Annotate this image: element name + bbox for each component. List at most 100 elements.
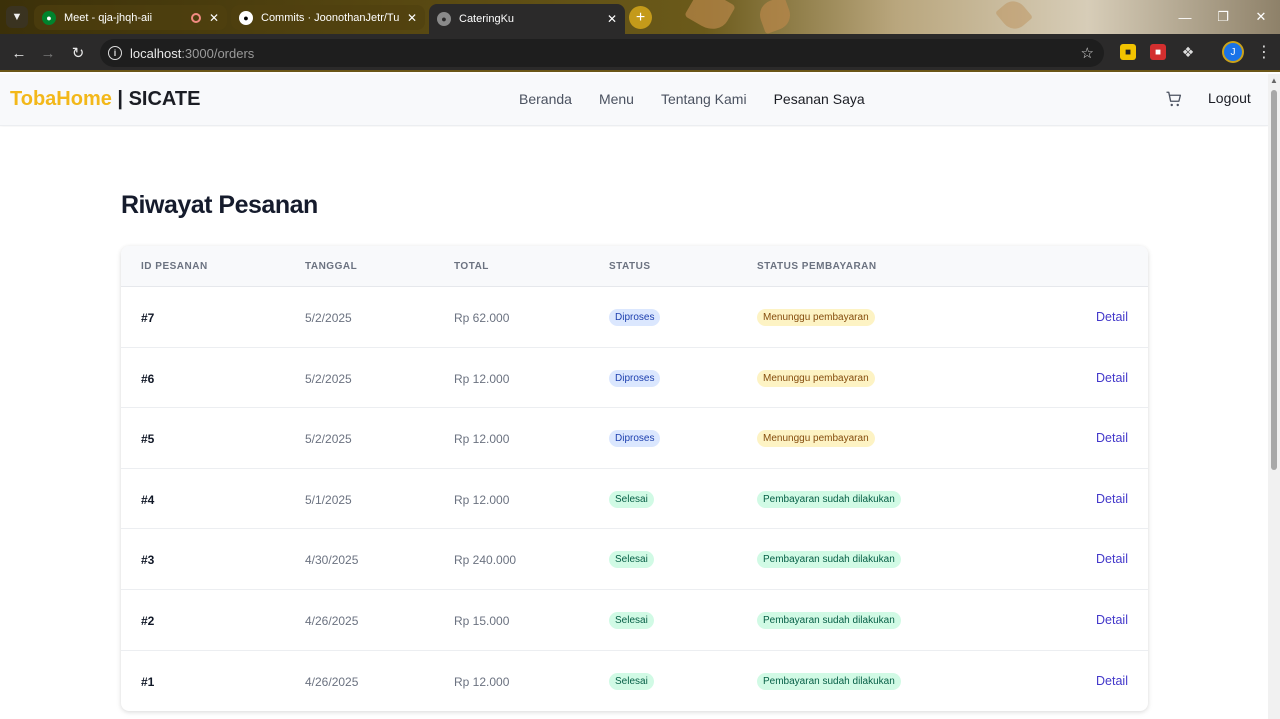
table-row: #3 4/30/2025 Rp 240.000 Selesai Pembayar…	[121, 529, 1148, 590]
tab-search-dropdown-button[interactable]: ▼	[6, 6, 28, 28]
detail-link[interactable]: Detail	[1096, 552, 1128, 566]
order-id: #2	[141, 613, 155, 628]
order-date: 4/26/2025	[305, 613, 359, 628]
browser-toolbar: ← → ↻ i localhost:3000/orders ☆ ■ ■ ❖ J …	[0, 34, 1280, 72]
close-window-button[interactable]: ✕	[1242, 0, 1280, 34]
brand-logo[interactable]: TobaHome | SICATE	[10, 88, 200, 111]
forward-button[interactable]: →	[37, 42, 59, 64]
back-button[interactable]: ←	[8, 42, 30, 64]
detail-link[interactable]: Detail	[1096, 310, 1128, 324]
status-badge: Selesai	[609, 490, 654, 508]
detail-link[interactable]: Detail	[1096, 371, 1128, 385]
order-total: Rp 15.000	[454, 613, 510, 628]
payment-status-badge: Pembayaran sudah dilakukan	[757, 611, 901, 629]
order-id: #5	[141, 432, 155, 447]
nav-link-pesanan-saya[interactable]: Pesanan Saya	[774, 91, 865, 107]
order-total: Rp 12.000	[454, 432, 510, 447]
wallpaper-leaf	[684, 0, 736, 34]
payment-status-badge: Pembayaran sudah dilakukan	[757, 672, 901, 690]
status-badge: Diproses	[609, 430, 661, 448]
new-tab-button[interactable]: +	[629, 6, 652, 29]
reload-button[interactable]: ↻	[67, 42, 89, 64]
close-tab-icon[interactable]: ✕	[607, 12, 617, 26]
order-id: #1	[141, 674, 155, 689]
table-header: ID PESANAN TANGGAL TOTAL STATUS STATUS P…	[121, 246, 1148, 287]
detail-link[interactable]: Detail	[1096, 674, 1128, 688]
browser-tab-meet[interactable]: ● Meet - qja-jhqh-aii ✕	[34, 5, 227, 30]
bookmark-star-icon[interactable]: ☆	[1081, 44, 1094, 62]
column-header-date: TANGGAL	[305, 261, 358, 272]
nav-link-beranda[interactable]: Beranda	[519, 91, 572, 107]
detail-link[interactable]: Detail	[1096, 431, 1128, 445]
brand-secondary: | SICATE	[111, 88, 201, 110]
order-id: #4	[141, 492, 155, 507]
order-date: 4/26/2025	[305, 674, 359, 689]
status-badge: Selesai	[609, 611, 654, 629]
wallpaper-leaf	[755, 0, 795, 34]
order-id: #3	[141, 553, 155, 568]
extension-icon[interactable]: ■	[1150, 44, 1166, 60]
github-icon: ●	[239, 10, 253, 25]
close-tab-icon[interactable]: ✕	[209, 11, 219, 25]
detail-link[interactable]: Detail	[1096, 492, 1128, 506]
order-date: 5/2/2025	[305, 311, 352, 325]
order-id: #7	[141, 311, 155, 325]
recording-indicator-icon	[190, 12, 201, 23]
status-badge: Diproses	[609, 309, 661, 326]
table-row: #2 4/26/2025 Rp 15.000 Selesai Pembayara…	[121, 590, 1148, 651]
wallpaper-leaf	[995, 0, 1033, 34]
app-navbar: TobaHome | SICATE Beranda Menu Tentang K…	[0, 74, 1268, 126]
nav-link-tentang-kami[interactable]: Tentang Kami	[661, 91, 747, 107]
nav-link-menu[interactable]: Menu	[599, 91, 634, 107]
restore-window-button[interactable]: ❐	[1204, 0, 1242, 34]
order-date: 5/1/2025	[305, 492, 352, 507]
close-tab-icon[interactable]: ✕	[407, 11, 417, 25]
table-row: #4 5/1/2025 Rp 12.000 Selesai Pembayaran…	[121, 469, 1148, 530]
scrollbar-thumb[interactable]	[1271, 90, 1277, 470]
extensions-puzzle-icon[interactable]: ❖	[1180, 44, 1196, 60]
page-title: Riwayat Pesanan	[121, 191, 318, 219]
column-header-payment-status: STATUS PEMBAYARAN	[757, 261, 877, 272]
order-total: Rp 12.000	[454, 492, 510, 507]
order-total: Rp 62.000	[454, 311, 510, 325]
tab-title: CateringKu	[459, 13, 515, 25]
cart-icon[interactable]	[1165, 90, 1183, 108]
status-badge: Diproses	[609, 369, 661, 387]
column-header-id: ID PESANAN	[141, 261, 208, 272]
payment-status-badge: Pembayaran sudah dilakukan	[757, 490, 901, 508]
order-total: Rp 12.000	[454, 674, 510, 689]
browser-menu-icon[interactable]: ⋮	[1256, 42, 1272, 62]
minimize-window-button[interactable]: —	[1166, 0, 1204, 34]
extension-icon[interactable]: ■	[1120, 44, 1136, 60]
detail-link[interactable]: Detail	[1096, 613, 1128, 627]
url-text: localhost:3000/orders	[130, 45, 255, 61]
order-total: Rp 12.000	[454, 371, 510, 386]
main-content: Riwayat Pesanan ID PESANAN TANGGAL TOTAL…	[0, 127, 1268, 719]
order-id: #6	[141, 371, 155, 386]
status-badge: Selesai	[609, 551, 654, 569]
column-header-total: TOTAL	[454, 261, 489, 272]
site-info-icon[interactable]: i	[108, 46, 122, 60]
payment-status-badge: Menunggu pembayaran	[757, 369, 875, 387]
scroll-up-icon[interactable]: ▲	[1270, 76, 1278, 85]
tab-title: Commits · JoonothanJetr/Tubes	[261, 11, 399, 24]
payment-status-badge: Pembayaran sudah dilakukan	[757, 551, 901, 569]
payment-status-badge: Menunggu pembayaran	[757, 309, 875, 326]
tab-title: Meet - qja-jhqh-aii	[64, 11, 153, 24]
browser-tabstrip: ▼ ● Meet - qja-jhqh-aii ✕ ● Commits · Jo…	[0, 0, 1280, 34]
browser-tab-cateringku[interactable]: ● CateringKu ✕	[429, 4, 625, 34]
column-header-status: STATUS	[609, 261, 651, 272]
orders-table: ID PESANAN TANGGAL TOTAL STATUS STATUS P…	[121, 246, 1148, 711]
globe-icon: ●	[437, 12, 451, 26]
payment-status-badge: Menunggu pembayaran	[757, 430, 875, 448]
profile-avatar[interactable]: J	[1224, 43, 1242, 61]
address-bar[interactable]: i localhost:3000/orders ☆	[100, 39, 1104, 67]
order-date: 5/2/2025	[305, 432, 352, 447]
logout-button[interactable]: Logout	[1208, 90, 1251, 106]
table-row: #1 4/26/2025 Rp 12.000 Selesai Pembayara…	[121, 651, 1148, 711]
page-scrollbar[interactable]: ▲	[1268, 74, 1280, 719]
table-row: #7 5/2/2025 Rp 62.000 Diproses Menunggu …	[121, 287, 1148, 348]
table-row: #6 5/2/2025 Rp 12.000 Diproses Menunggu …	[121, 348, 1148, 409]
order-total: Rp 240.000	[454, 553, 517, 568]
browser-tab-github[interactable]: ● Commits · JoonothanJetr/Tubes ✕	[231, 5, 425, 30]
